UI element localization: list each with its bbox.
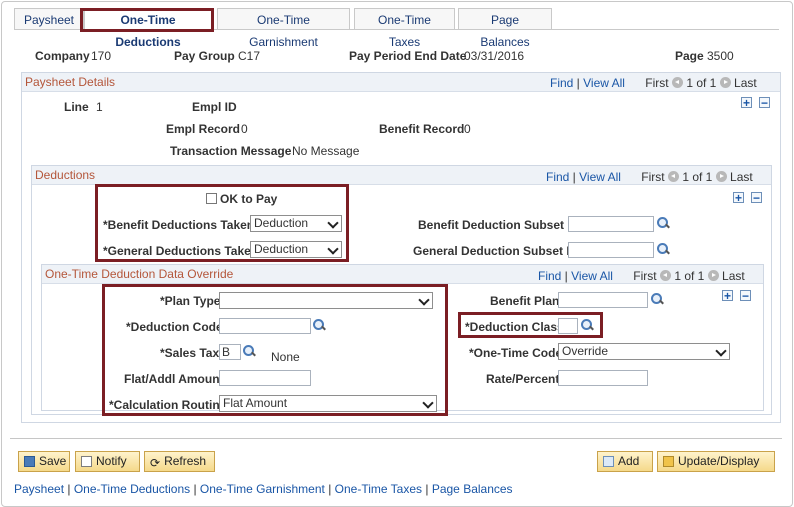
- footer-link-one-time-taxes[interactable]: One-Time Taxes: [335, 482, 422, 496]
- add-row-icon[interactable]: +: [741, 97, 752, 109]
- section-title: One-Time Deduction Data Override: [45, 267, 234, 281]
- one-time-code-label: *One-Time Code: [469, 346, 563, 360]
- prev-row-icon[interactable]: [667, 171, 679, 182]
- last-label: Last: [734, 76, 757, 90]
- footer-link-page-balances[interactable]: Page Balances: [432, 482, 513, 496]
- row-count: 1 of 1: [674, 269, 705, 283]
- view-all-link[interactable]: View All: [583, 76, 625, 90]
- update-display-icon: [663, 456, 674, 467]
- notify-button[interactable]: Notify: [75, 451, 140, 472]
- last-label: Last: [730, 170, 753, 184]
- search-icon[interactable]: [657, 217, 669, 229]
- select-value: Override: [562, 344, 609, 358]
- add-icon: [603, 456, 614, 467]
- button-label: Refresh: [164, 454, 207, 468]
- next-row-icon[interactable]: [719, 77, 731, 88]
- paysheet-details-nav: Find | View All First 1 of 1 Last: [550, 76, 757, 90]
- footer-link-paysheet[interactable]: Paysheet: [14, 482, 64, 496]
- pay-group-value: C17: [238, 49, 261, 63]
- tab-one-time-garnishment[interactable]: One-Time Garnishment: [217, 8, 350, 49]
- tab-label: One-Time Garnishment: [249, 13, 318, 49]
- deduction-class-highlight-box: [458, 312, 603, 338]
- button-label: Add: [618, 454, 640, 468]
- first-label: First: [641, 170, 665, 184]
- deductions-nav: Find | View All First 1 of 1 Last: [546, 170, 753, 184]
- pay-group-label: Pay Group: [174, 49, 235, 63]
- button-label: Update/Display: [678, 454, 760, 468]
- update-display-button[interactable]: Update/Display: [657, 451, 775, 472]
- row-count: 1 of 1: [682, 170, 713, 184]
- company-label: Company: [35, 49, 90, 63]
- line-value: 1: [96, 100, 103, 114]
- add-button[interactable]: Add: [597, 451, 653, 472]
- prev-row-icon[interactable]: [659, 270, 671, 281]
- notify-icon: [81, 456, 92, 467]
- line-label: Line: [64, 100, 89, 114]
- pay-period-end-value: 03/31/2016: [464, 49, 525, 63]
- benefit-record-label: Benefit Record: [379, 122, 465, 136]
- pay-period-end-label: Pay Period End Date: [349, 49, 467, 63]
- page-value: 3500: [707, 49, 734, 63]
- empl-record-label: Empl Record: [166, 122, 241, 136]
- general-deduction-subset-input[interactable]: [568, 242, 654, 258]
- empl-record-value: 0: [241, 122, 248, 136]
- transaction-message-label: Transaction Message: [170, 144, 292, 158]
- search-icon[interactable]: [651, 293, 663, 305]
- view-all-link[interactable]: View All: [571, 269, 613, 283]
- button-label: Notify: [96, 454, 127, 468]
- find-link[interactable]: Find: [538, 269, 561, 283]
- last-label: Last: [722, 269, 745, 283]
- button-label: Save: [39, 454, 67, 468]
- delete-row-icon[interactable]: −: [740, 290, 751, 302]
- first-label: First: [645, 76, 669, 90]
- override-nav: Find | View All First 1 of 1 Last: [538, 269, 745, 283]
- benefit-record-value: 0: [464, 122, 471, 136]
- prev-row-icon[interactable]: [671, 77, 683, 88]
- delete-row-icon[interactable]: −: [759, 97, 770, 109]
- first-label: First: [633, 269, 657, 283]
- find-link[interactable]: Find: [546, 170, 569, 184]
- section-title: Deductions: [35, 168, 96, 182]
- footer-link-one-time-deductions[interactable]: One-Time Deductions: [74, 482, 190, 496]
- transaction-message-value: No Message: [292, 144, 360, 158]
- save-icon: [24, 456, 35, 467]
- footer-links: Paysheet | One-Time Deductions | One-Tim…: [14, 482, 513, 496]
- tab-page-balances[interactable]: Page Balances: [458, 8, 552, 49]
- benefit-plan-label: Benefit Plan: [490, 294, 560, 308]
- row-count: 1 of 1: [686, 76, 717, 90]
- tab-paysheet[interactable]: Paysheet: [14, 8, 84, 30]
- refresh-icon: ⟳: [150, 456, 161, 470]
- company-value: 170: [91, 49, 112, 63]
- next-row-icon[interactable]: [715, 171, 727, 182]
- benefit-plan-input[interactable]: [558, 292, 648, 308]
- delete-row-icon[interactable]: −: [751, 192, 762, 204]
- next-row-icon[interactable]: [707, 270, 719, 281]
- add-row-icon[interactable]: +: [722, 290, 733, 302]
- refresh-button[interactable]: ⟳ Refresh: [144, 451, 215, 472]
- view-all-link[interactable]: View All: [579, 170, 621, 184]
- toolbar-separator: [10, 438, 782, 439]
- rate-percent-label: Rate/Percent: [486, 372, 560, 386]
- benefit-deduction-subset-input[interactable]: [568, 216, 654, 232]
- search-icon[interactable]: [657, 243, 669, 255]
- tab-one-time-taxes[interactable]: One-Time Taxes: [354, 8, 455, 49]
- add-row-icon[interactable]: +: [733, 192, 744, 204]
- deductions-highlight-box: [95, 184, 349, 262]
- one-time-code-select[interactable]: Override: [558, 343, 730, 360]
- section-title: Paysheet Details: [25, 75, 116, 89]
- footer-link-one-time-garnishment[interactable]: One-Time Garnishment: [200, 482, 325, 496]
- benefit-deduction-subset-label: Benefit Deduction Subset ID: [418, 218, 580, 232]
- tab-label: Paysheet: [23, 13, 75, 27]
- empl-id-label: Empl ID: [192, 100, 237, 114]
- page-label: Page: [675, 49, 704, 63]
- find-link[interactable]: Find: [550, 76, 573, 90]
- tab-highlight-box: [80, 8, 214, 32]
- override-highlight-box: [102, 284, 448, 416]
- general-deduction-subset-label: General Deduction Subset ID: [413, 244, 579, 258]
- tab-label: Page Balances: [480, 13, 530, 49]
- rate-percent-input[interactable]: [558, 370, 648, 386]
- save-button[interactable]: Save: [18, 451, 70, 472]
- chevron-down-icon: [715, 345, 727, 357]
